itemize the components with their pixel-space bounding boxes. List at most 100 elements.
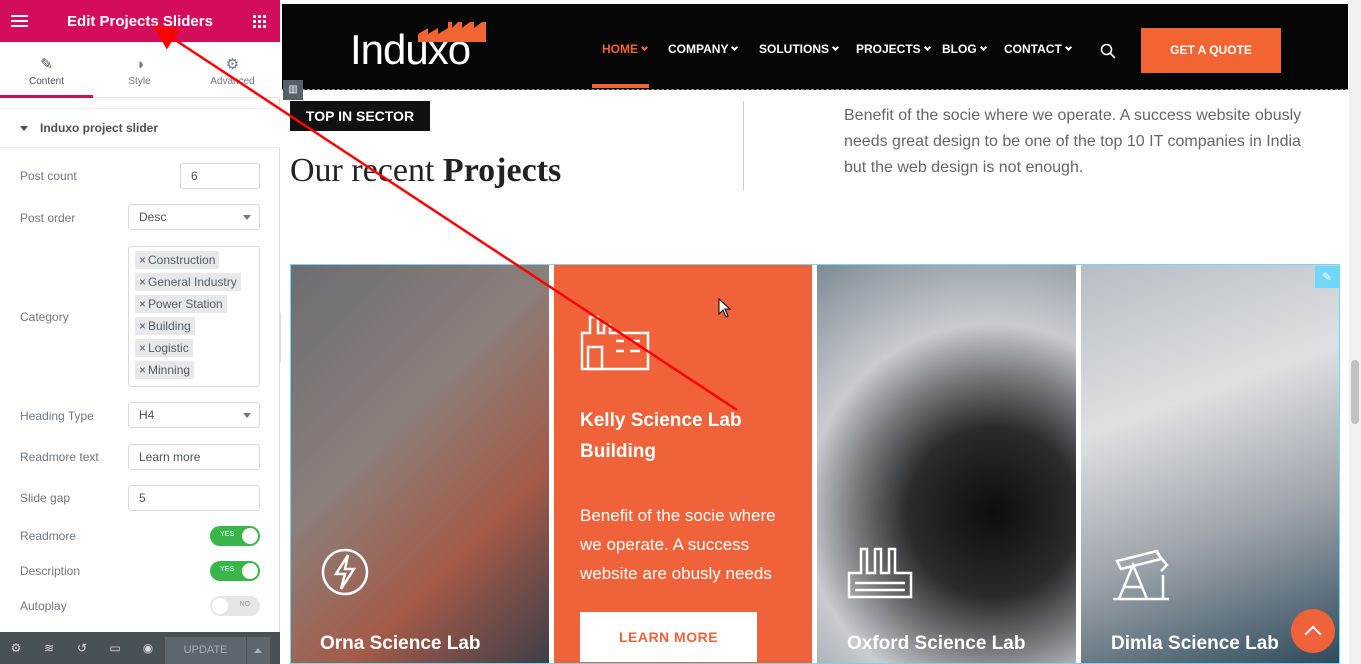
vertical-scrollbar[interactable] (1349, 0, 1361, 664)
post-count-input[interactable]: 6 (180, 163, 260, 189)
card-title: Orna Science Lab (320, 633, 481, 654)
nav-company[interactable]: COMPANY (668, 42, 739, 56)
caret-down-icon (20, 126, 28, 131)
nav-solutions-label: SOLUTIONS (759, 42, 830, 56)
chevron-down-icon (979, 43, 987, 52)
get-a-quote-button[interactable]: GET A QUOTE (1141, 28, 1281, 73)
post-order-select[interactable]: Desc (128, 204, 260, 230)
oil-pump-icon (1113, 549, 1169, 601)
nav-company-label: COMPANY (668, 42, 729, 56)
remove-chip-icon[interactable]: × (139, 253, 146, 267)
tab-content[interactable]: ✎ Content (0, 42, 93, 98)
category-chip[interactable]: × General Industry (135, 273, 241, 291)
description-label: Description (20, 564, 81, 578)
column-handle-icon[interactable]: ▥ (283, 80, 303, 100)
toggle-state: YES (220, 531, 235, 538)
autoplay-toggle[interactable]: NO (210, 596, 260, 616)
responsive-mode-icon[interactable]: ▭ (108, 641, 122, 655)
nav-blog-label: BLOG (942, 42, 977, 56)
post-order-label: Post order (20, 211, 76, 225)
tab-style-label: Style (128, 76, 151, 87)
preview-eye-icon[interactable]: ◉ (141, 641, 155, 655)
category-chip[interactable]: × Minning (135, 361, 195, 379)
panel-tabs: ✎ Content ◑ Style ⚙ Advanced (0, 42, 280, 98)
chip-label: General Industry (148, 275, 237, 289)
toggle-knob (242, 563, 258, 579)
factory-icon (580, 315, 650, 371)
autoplay-label: Autoplay (20, 599, 67, 613)
industry-icon (847, 547, 913, 599)
update-options-chevron-icon[interactable] (247, 637, 270, 664)
panel-title: Edit Projects Sliders (67, 13, 213, 30)
category-chip[interactable]: × Building (135, 317, 195, 335)
slide-gap-input[interactable]: 5 (128, 485, 260, 511)
nav-projects-label: PROJECTS (856, 42, 921, 56)
mouse-cursor-icon (718, 298, 732, 318)
widgets-grid-icon[interactable] (253, 15, 266, 28)
readmore-toggle[interactable]: YES (210, 526, 260, 546)
category-chip[interactable]: × Logistic (135, 339, 193, 357)
settings-icon[interactable]: ⚙ (9, 641, 23, 655)
project-card[interactable]: Oxford Science Lab (817, 265, 1076, 664)
section-toggle[interactable]: Induxo project slider (0, 108, 280, 148)
tab-advanced[interactable]: ⚙ Advanced (186, 42, 279, 98)
nav-home[interactable]: HOME (602, 42, 649, 56)
navigator-layers-icon[interactable]: ≋ (42, 641, 56, 655)
heading-type-value: H4 (139, 408, 155, 422)
nav-contact[interactable]: CONTACT (1004, 42, 1072, 56)
remove-chip-icon[interactable]: × (139, 319, 146, 333)
chevron-down-icon (831, 43, 840, 52)
active-nav-indicator (592, 84, 649, 88)
tab-advanced-label: Advanced (210, 76, 255, 87)
learn-more-button[interactable]: LEARN MORE (580, 612, 757, 662)
section-intro: Benefit of the socie where we operate. A… (844, 107, 1302, 176)
nav-projects[interactable]: PROJECTS (856, 42, 931, 56)
nav-blog[interactable]: BLOG (942, 42, 987, 56)
description-toggle[interactable]: YES (210, 561, 260, 581)
remove-chip-icon[interactable]: × (139, 275, 146, 289)
category-label: Category (20, 310, 69, 324)
remove-chip-icon[interactable]: × (139, 341, 146, 355)
pencil-icon: ✎ (40, 56, 53, 73)
chevron-down-icon (731, 43, 739, 52)
section-title: Induxo project slider (40, 121, 159, 135)
nav-home-label: HOME (602, 42, 638, 56)
card-title: Kelly Science Lab Building (580, 410, 742, 462)
search-icon[interactable] (1100, 43, 1116, 59)
section-tag: TOP IN SECTOR (290, 101, 430, 131)
nav-solutions[interactable]: SOLUTIONS (759, 42, 840, 56)
lightning-icon (321, 548, 369, 596)
remove-chip-icon[interactable]: × (139, 363, 146, 377)
contrast-icon: ◑ (134, 56, 145, 73)
heading-light: Our recent (290, 152, 443, 189)
section-heading: Our recent Projects (290, 152, 561, 190)
project-card[interactable]: Orna Science Lab (290, 265, 549, 664)
back-to-top-button[interactable] (1291, 609, 1335, 653)
remove-chip-icon[interactable]: × (139, 297, 146, 311)
toggle-knob (242, 528, 258, 544)
post-count-label: Post count (20, 169, 77, 183)
chip-label: Construction (148, 253, 216, 267)
chip-label: Logistic (148, 341, 189, 355)
panel-footer: ⚙ ≋ ↺ ▭ ◉ UPDATE (0, 632, 280, 664)
vertical-divider (743, 101, 744, 190)
readmore-text-label: Readmore text (20, 450, 99, 464)
history-icon[interactable]: ↺ (75, 641, 89, 655)
nav-contact-label: CONTACT (1004, 42, 1062, 56)
project-card-active[interactable]: Kelly Science Lab Building Benefit of th… (554, 265, 812, 664)
category-multiselect[interactable]: × Construction × General Industry × Power S… (128, 246, 260, 387)
chevron-down-icon (1064, 43, 1072, 52)
category-chip[interactable]: × Construction (135, 251, 220, 269)
category-chip[interactable]: × Power Station (135, 295, 227, 313)
slide-gap-label: Slide gap (20, 491, 71, 505)
card-title: Dimla Science Lab (1111, 633, 1279, 654)
scrollbar-thumb[interactable] (1351, 360, 1359, 424)
tab-style[interactable]: ◑ Style (93, 42, 186, 98)
chip-label: Minning (148, 363, 191, 377)
readmore-text-input[interactable]: Learn more (128, 444, 260, 470)
heading-type-select[interactable]: H4 (128, 402, 260, 428)
edit-widget-pencil-icon[interactable]: ✎ (1315, 266, 1339, 288)
project-card[interactable]: Dimla Science Lab (1081, 265, 1339, 664)
update-button[interactable]: UPDATE (165, 637, 246, 664)
readmore-label: Readmore (20, 529, 77, 543)
